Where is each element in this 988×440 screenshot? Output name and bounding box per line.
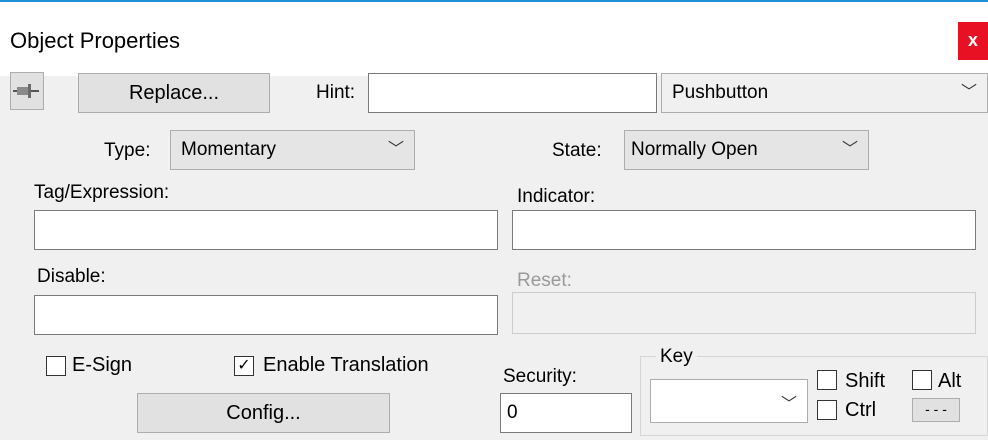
hint-input[interactable] (368, 73, 657, 113)
ctrl-checkbox[interactable] (817, 400, 837, 420)
key-select[interactable]: ﹀ (650, 379, 808, 423)
security-input[interactable]: 0 (500, 393, 632, 433)
tag-expression-input[interactable] (34, 210, 498, 250)
pushpin-icon (13, 84, 39, 98)
chevron-down-icon: ﹀ (780, 396, 797, 413)
esign-label: E-Sign (72, 354, 133, 376)
enable-translation-label: Enable Translation (263, 354, 429, 376)
type-label: Type: (104, 140, 151, 161)
replace-button[interactable]: Replace... (78, 73, 270, 113)
alt-checkbox[interactable] (912, 370, 932, 390)
close-button[interactable]: x (958, 22, 988, 60)
key-group-label: Key (656, 346, 697, 368)
config-button[interactable]: Config... (137, 393, 390, 433)
tag-label: Tag/Expression: (34, 182, 170, 203)
shift-checkbox[interactable] (817, 370, 837, 390)
type-select[interactable]: Momentary ﹀ (170, 130, 415, 170)
pin-button[interactable] (10, 72, 44, 110)
indicator-input[interactable] (512, 210, 976, 250)
hint-label: Hint: (316, 82, 356, 103)
disable-label: Disable: (37, 266, 106, 287)
type-value: Momentary (181, 139, 277, 160)
state-value: Normally Open (631, 139, 758, 160)
state-select[interactable]: Normally Open ﹀ (624, 130, 869, 170)
reset-input (512, 292, 976, 334)
chevron-down-icon: ﹀ (841, 141, 858, 158)
indicator-label: Indicator: (517, 186, 596, 207)
reset-label: Reset: (517, 270, 572, 291)
key-more-button[interactable]: - - - (912, 398, 960, 422)
window-title: Object Properties (10, 28, 180, 53)
disable-input[interactable] (34, 295, 498, 335)
object-type-value: Pushbutton (672, 82, 769, 103)
alt-label: Alt (938, 370, 962, 392)
shift-label: Shift (845, 370, 886, 392)
state-label: State: (552, 140, 602, 161)
object-type-select[interactable]: Pushbutton ﹀ (661, 73, 988, 113)
chevron-down-icon: ﹀ (387, 141, 404, 158)
ctrl-label: Ctrl (845, 399, 877, 421)
chevron-down-icon: ﹀ (960, 84, 977, 101)
security-label: Security: (503, 366, 577, 387)
esign-checkbox[interactable] (46, 356, 66, 376)
enable-translation-checkbox[interactable]: ✓ (234, 356, 254, 376)
